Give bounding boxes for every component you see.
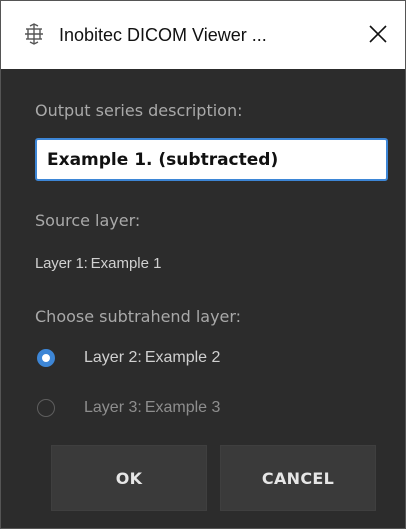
option-series-name: Example 3 [144,399,221,416]
radio-option-label: Layer 2: Example 2 [84,349,220,367]
close-icon[interactable] [363,19,393,49]
option-series-name: Example 2 [144,349,221,366]
radio-button-selected[interactable] [37,349,55,367]
source-layer-name: Layer 1: [35,255,88,272]
output-series-label: Output series description: [35,101,243,120]
radio-option-layer-2[interactable]: Layer 2: Example 2 [37,349,220,367]
cancel-button[interactable]: CANCEL [220,445,376,511]
dialog-window: Inobitec DICOM Viewer ... Output series … [0,0,406,529]
radio-option-label: Layer 3: Example 3 [84,399,220,417]
option-layer-name: Layer 2: [84,349,142,366]
source-layer-value: Layer 1: Example 1 [35,255,161,272]
ok-button[interactable]: OK [51,445,207,511]
radio-option-layer-3[interactable]: Layer 3: Example 3 [37,399,220,417]
choose-subtrahend-label: Choose subtrahend layer: [35,307,242,326]
inobitec-app-icon [25,23,43,45]
option-layer-name: Layer 3: [84,399,142,416]
radio-button-unselected[interactable] [37,399,55,417]
output-series-input[interactable] [35,138,388,181]
source-layer-label: Source layer: [35,211,141,230]
source-layer-series: Example 1 [90,255,162,272]
window-title: Inobitec DICOM Viewer ... [59,25,267,45]
title-bar[interactable]: Inobitec DICOM Viewer ... [1,1,405,69]
